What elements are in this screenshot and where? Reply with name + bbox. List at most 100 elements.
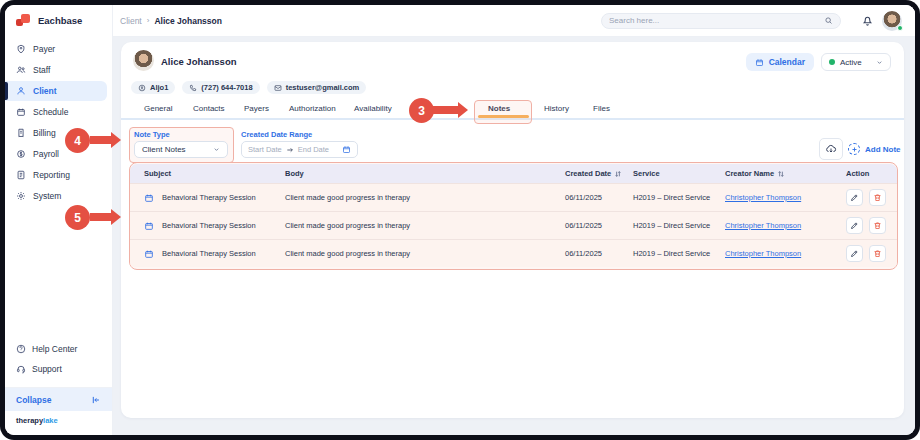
tab-general[interactable]: General bbox=[144, 104, 172, 113]
table-row: Behavioral Therapy Session Client made g… bbox=[130, 183, 897, 211]
notifications-bell[interactable] bbox=[861, 14, 874, 27]
table-row: Behavioral Therapy Session Client made g… bbox=[130, 239, 897, 267]
search-icon[interactable] bbox=[824, 16, 833, 25]
collapse-button[interactable]: Collapse bbox=[5, 387, 112, 411]
download-button[interactable] bbox=[819, 138, 843, 160]
note-service: H2019 – Direct Service bbox=[633, 249, 725, 258]
client-id-badge: Aljo1 bbox=[131, 81, 175, 94]
table-row: Behavioral Therapy Session Client made g… bbox=[130, 211, 897, 239]
calendar-button[interactable]: Calendar bbox=[746, 53, 814, 71]
creator-link[interactable]: Christopher Thompson bbox=[725, 193, 846, 202]
sidebar-item-schedule[interactable]: Schedule bbox=[5, 102, 107, 122]
add-note-button[interactable]: Add Note bbox=[848, 143, 901, 155]
sort-icon bbox=[777, 170, 785, 178]
headset-icon bbox=[16, 364, 26, 374]
creator-link[interactable]: Christopher Thompson bbox=[725, 221, 846, 230]
delete-note-button[interactable] bbox=[869, 245, 886, 262]
calendar-picker-icon[interactable] bbox=[342, 145, 351, 154]
note-calendar-icon bbox=[144, 193, 154, 203]
sidebar-item-client[interactable]: Client bbox=[5, 81, 107, 101]
note-body: Client made good progress in therapy bbox=[285, 249, 565, 258]
tab-availability[interactable]: Availability bbox=[354, 104, 392, 113]
notes-table: Subject Body Created Date Service Creato… bbox=[129, 162, 898, 270]
date-range-label: Created Date Range bbox=[241, 130, 312, 139]
annotation-arrow-5 bbox=[90, 213, 111, 221]
note-type-label: Note Type bbox=[134, 130, 170, 139]
sidebar-item-payer[interactable]: Payer bbox=[5, 39, 107, 59]
search-box[interactable] bbox=[601, 13, 841, 29]
app-window: Eachbase Payer Staff Client Schedule Bil… bbox=[5, 5, 915, 435]
pencil-icon bbox=[850, 221, 859, 230]
annotation-arrow-3 bbox=[433, 106, 458, 114]
sort-icon bbox=[614, 170, 622, 178]
note-type-select[interactable]: Client Notes bbox=[134, 141, 228, 158]
date-range-input[interactable]: Start Date End Date bbox=[241, 141, 358, 158]
trash-icon bbox=[873, 193, 882, 202]
bell-icon bbox=[861, 14, 874, 27]
note-body: Client made good progress in therapy bbox=[285, 221, 565, 230]
client-phone-badge: (727) 644-7018 bbox=[182, 81, 259, 94]
app-logo-text: Eachbase bbox=[38, 15, 82, 26]
sidebar-bottom: Help Center Support Collapse therapylake bbox=[5, 339, 112, 435]
breadcrumb: Client › Alice Johansson bbox=[120, 16, 222, 26]
note-service: H2019 – Direct Service bbox=[633, 221, 725, 230]
edit-note-button[interactable] bbox=[846, 245, 863, 262]
support-link[interactable]: Support bbox=[5, 359, 112, 379]
edit-note-button[interactable] bbox=[846, 189, 863, 206]
collapse-icon bbox=[91, 395, 101, 405]
staff-icon bbox=[16, 65, 26, 75]
trash-icon bbox=[873, 249, 882, 258]
online-status-dot bbox=[897, 25, 903, 31]
client-name: Alice Johansson bbox=[161, 56, 237, 67]
plus-icon bbox=[848, 143, 860, 155]
receipt-icon bbox=[16, 128, 26, 138]
search-input[interactable] bbox=[609, 16, 824, 25]
pencil-icon bbox=[850, 249, 859, 258]
delete-note-button[interactable] bbox=[869, 189, 886, 206]
breadcrumb-separator: › bbox=[147, 16, 150, 25]
window-frame: Eachbase Payer Staff Client Schedule Bil… bbox=[0, 0, 920, 440]
delete-note-button[interactable] bbox=[869, 217, 886, 234]
help-center-link[interactable]: Help Center bbox=[5, 339, 112, 359]
sidebar-nav: Payer Staff Client Schedule Billing Payr… bbox=[5, 39, 112, 206]
sidebar-item-system[interactable]: System bbox=[5, 186, 107, 206]
sidebar-item-payroll[interactable]: Payroll bbox=[5, 144, 107, 164]
creator-link[interactable]: Christopher Thompson bbox=[725, 249, 846, 258]
sidebar-item-reporting[interactable]: Reporting bbox=[5, 165, 107, 185]
tab-authorization[interactable]: Authorization bbox=[289, 104, 336, 113]
user-avatar[interactable] bbox=[882, 11, 902, 31]
column-creator-name[interactable]: Creator Name bbox=[725, 169, 846, 178]
active-status-dot bbox=[829, 59, 835, 65]
tab-payers[interactable]: Payers bbox=[244, 104, 269, 113]
note-subject: Behavioral Therapy Session bbox=[162, 249, 256, 258]
breadcrumb-parent[interactable]: Client bbox=[120, 16, 142, 26]
help-icon bbox=[16, 344, 26, 354]
column-created-date[interactable]: Created Date bbox=[565, 169, 633, 178]
content-area: Alice Johansson Calendar Active Aljo1 bbox=[113, 37, 915, 435]
note-created-date: 06/11/2025 bbox=[565, 221, 633, 230]
tab-contacts[interactable]: Contacts bbox=[193, 104, 225, 113]
person-icon bbox=[16, 86, 26, 96]
shield-icon bbox=[16, 44, 26, 54]
topbar: Client › Alice Johansson bbox=[113, 5, 915, 37]
end-date-placeholder[interactable]: End Date bbox=[298, 145, 329, 154]
edit-note-button[interactable] bbox=[846, 217, 863, 234]
note-body: Client made good progress in therapy bbox=[285, 193, 565, 202]
note-calendar-icon bbox=[144, 249, 154, 259]
chevron-down-icon bbox=[213, 146, 220, 153]
status-dropdown[interactable]: Active bbox=[821, 53, 891, 71]
client-badges: Aljo1 (727) 644-7018 testuser@gmail.com bbox=[131, 81, 366, 94]
calendar-icon bbox=[755, 58, 764, 67]
tab-files[interactable]: Files bbox=[593, 104, 610, 113]
app-logo: Eachbase bbox=[5, 5, 112, 35]
main-area: Client › Alice Johansson Alice Johansson… bbox=[113, 5, 915, 435]
client-avatar bbox=[133, 50, 154, 71]
note-subject: Behavioral Therapy Session bbox=[162, 221, 256, 230]
tab-history[interactable]: History bbox=[544, 104, 569, 113]
eachbase-logo-icon bbox=[15, 12, 31, 28]
chevron-down-icon bbox=[876, 59, 883, 66]
phone-icon bbox=[189, 84, 197, 92]
start-date-placeholder[interactable]: Start Date bbox=[248, 145, 282, 154]
sidebar-item-staff[interactable]: Staff bbox=[5, 60, 107, 80]
document-icon bbox=[16, 170, 26, 180]
